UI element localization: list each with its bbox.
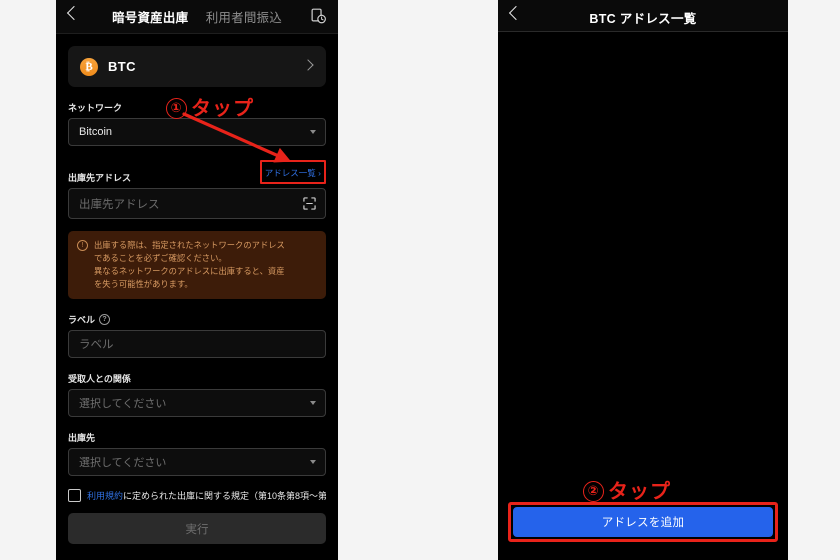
annotation-step-1-text: タップ [191, 98, 254, 120]
chevron-down-icon [310, 401, 316, 406]
left-header-bar: 暗号資産出庫 利用者間振込 [56, 0, 338, 34]
tab-crypto-withdrawal[interactable]: 暗号資産出庫 [112, 7, 188, 26]
exclamation-circle-icon: ! [77, 240, 88, 251]
terms-rest-text: に定められた出庫に関する規定（第10条第8項〜第 [123, 491, 326, 502]
network-label-text: ネットワーク [68, 103, 123, 113]
destination-label: 出庫先 [68, 431, 326, 444]
relationship-label: 受取人との関係 [68, 372, 326, 385]
right-header-bar: BTC アドレス一覧 [498, 0, 788, 32]
header-tabs: 暗号資産出庫 利用者間振込 [56, 7, 338, 27]
terms-agreement-row: 利用規約に定められた出庫に関する規定（第10条第8項〜第 [68, 489, 326, 503]
destination-select[interactable]: 選択してください [68, 448, 326, 477]
address-input[interactable]: 出庫先アドレス [68, 188, 326, 219]
warning-line-1: 出庫する際は、指定されたネットワークのアドレス [94, 240, 285, 250]
address-input-placeholder: 出庫先アドレス [79, 198, 160, 211]
relationship-select[interactable]: 選択してください [68, 389, 326, 418]
add-address-button[interactable]: アドレスを追加 [513, 507, 773, 537]
annotation-step-1: ① タップ [166, 92, 254, 121]
label-field-label-text: ラベル [68, 315, 96, 326]
address-label-row: 出庫先アドレス アドレス一覧 › [68, 160, 326, 184]
warning-line-3: 異なるネットワークのアドレスに出庫すると、資産 [94, 265, 285, 276]
chevron-down-icon [310, 130, 316, 134]
relationship-select-placeholder: 選択してください [79, 398, 167, 411]
network-select-value: Bitcoin [79, 126, 113, 138]
destination-label-text: 出庫先 [68, 433, 96, 444]
left-phone-screen: 暗号資産出庫 利用者間振込 ₿ BTC ネットワーク Bitcoin 出庫先アド… [56, 0, 338, 560]
terms-checkbox[interactable] [68, 489, 81, 503]
qr-scan-icon[interactable] [303, 197, 316, 210]
address-label-text: 出庫先アドレス [68, 173, 132, 183]
label-field-label: ラベル ? [68, 313, 326, 326]
warning-text-block: 出庫する際は、指定されたネットワークのアドレス であることを必ずご確認ください。… [94, 239, 285, 290]
tab-user-transfer[interactable]: 利用者間振込 [206, 7, 282, 26]
chevron-down-icon [310, 460, 316, 465]
relationship-label-text: 受取人との関係 [68, 374, 131, 385]
annotation-step-1-number: ① [166, 98, 187, 119]
address-list-link[interactable]: アドレス一覧 › [265, 168, 321, 178]
annotation-step-2: ② タップ [583, 475, 671, 504]
terms-link[interactable]: 利用規約 [87, 491, 123, 501]
asset-name-label: BTC [108, 59, 136, 74]
add-address-button-highlight: アドレスを追加 [508, 502, 778, 542]
execute-button[interactable]: 実行 [68, 513, 326, 545]
label-input-placeholder: ラベル [79, 339, 114, 352]
annotation-step-2-text: タップ [608, 481, 671, 503]
address-list-link-highlight: アドレス一覧 › [259, 160, 326, 184]
help-question-icon[interactable]: ? [99, 314, 111, 326]
network-warning-box: ! 出庫する際は、指定されたネットワークのアドレス であることを必ずご確認くださ… [68, 231, 326, 300]
destination-select-placeholder: 選択してください [79, 457, 167, 470]
warning-line-4: を失う可能性があります。 [94, 278, 193, 289]
warning-line-2: であることを必ずご確認ください。 [94, 252, 227, 263]
annotation-step-2-number: ② [583, 481, 604, 502]
chevron-right-icon [302, 59, 314, 71]
asset-selector-card[interactable]: ₿ BTC [68, 46, 326, 87]
history-document-icon[interactable] [311, 8, 326, 25]
terms-text: 利用規約に定められた出庫に関する規定（第10条第8項〜第 [87, 489, 326, 502]
network-select[interactable]: Bitcoin [68, 118, 326, 146]
page-title: BTC アドレス一覧 [589, 12, 697, 26]
btc-coin-icon: ₿ [80, 57, 98, 76]
label-input[interactable]: ラベル [68, 330, 326, 359]
